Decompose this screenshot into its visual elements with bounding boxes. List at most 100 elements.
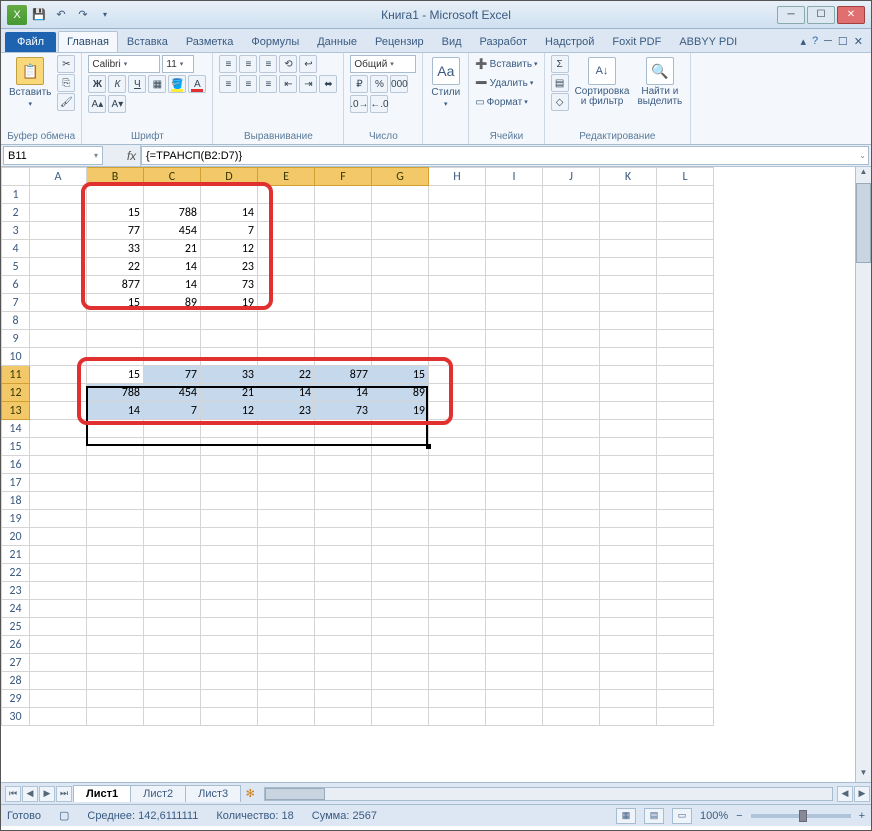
cell[interactable]	[429, 204, 486, 222]
row-header[interactable]: 12	[2, 384, 30, 402]
cell[interactable]	[657, 618, 714, 636]
cell[interactable]	[543, 690, 600, 708]
cell[interactable]	[486, 600, 543, 618]
cell[interactable]: 877	[87, 276, 144, 294]
fill-handle[interactable]	[426, 444, 431, 449]
cell[interactable]	[600, 618, 657, 636]
cell[interactable]	[486, 204, 543, 222]
cell[interactable]	[657, 420, 714, 438]
cell[interactable]	[543, 618, 600, 636]
row-header[interactable]: 28	[2, 672, 30, 690]
copy-icon[interactable]: ⎘	[57, 74, 75, 92]
cell[interactable]	[600, 492, 657, 510]
column-header[interactable]: F	[315, 168, 372, 186]
column-header[interactable]: G	[372, 168, 429, 186]
prev-sheet-icon[interactable]: ◀	[22, 786, 38, 802]
cell[interactable]	[30, 438, 87, 456]
cell[interactable]	[543, 438, 600, 456]
row-header[interactable]: 30	[2, 708, 30, 726]
next-sheet-icon[interactable]: ▶	[39, 786, 55, 802]
cell[interactable]	[429, 564, 486, 582]
cell[interactable]	[657, 582, 714, 600]
minimize-button[interactable]: ─	[777, 6, 805, 24]
cell[interactable]	[201, 564, 258, 582]
format-painter-icon[interactable]: 🖌	[57, 93, 75, 111]
cell[interactable]	[201, 438, 258, 456]
cell[interactable]	[201, 492, 258, 510]
cell[interactable]	[30, 312, 87, 330]
cell[interactable]: 454	[144, 222, 201, 240]
cell[interactable]	[429, 420, 486, 438]
cell[interactable]	[30, 510, 87, 528]
cell[interactable]: 788	[144, 204, 201, 222]
cell[interactable]	[372, 690, 429, 708]
cell[interactable]	[315, 654, 372, 672]
cell[interactable]	[315, 240, 372, 258]
cell[interactable]	[201, 186, 258, 204]
sort-filter-button[interactable]: A↓ Сортировка и фильтр	[573, 55, 632, 109]
row-header[interactable]: 6	[2, 276, 30, 294]
cell[interactable]: 15	[87, 366, 144, 384]
cell[interactable]	[258, 258, 315, 276]
cell[interactable]	[486, 510, 543, 528]
cell[interactable]	[486, 348, 543, 366]
cell[interactable]	[87, 492, 144, 510]
cell[interactable]	[30, 348, 87, 366]
cell[interactable]	[372, 474, 429, 492]
cell[interactable]	[429, 276, 486, 294]
cell[interactable]	[429, 510, 486, 528]
zoom-thumb[interactable]	[799, 810, 807, 822]
cell[interactable]	[543, 366, 600, 384]
cell[interactable]	[144, 690, 201, 708]
cell[interactable]	[258, 582, 315, 600]
cell[interactable]	[258, 474, 315, 492]
increase-indent-icon[interactable]: ⇥	[299, 75, 317, 93]
cell[interactable]	[201, 690, 258, 708]
cell[interactable]	[201, 330, 258, 348]
scroll-up-icon[interactable]: ▲	[856, 167, 871, 181]
cell[interactable]	[315, 294, 372, 312]
cell[interactable]	[486, 240, 543, 258]
tab-abbyy[interactable]: ABBYY PDI	[670, 31, 746, 52]
cell[interactable]	[258, 438, 315, 456]
row-header[interactable]: 9	[2, 330, 30, 348]
cell[interactable]	[144, 600, 201, 618]
cell[interactable]	[201, 600, 258, 618]
cell[interactable]	[30, 708, 87, 726]
cell[interactable]	[429, 438, 486, 456]
cell[interactable]	[486, 564, 543, 582]
cell[interactable]	[144, 510, 201, 528]
cell[interactable]	[543, 708, 600, 726]
cell[interactable]	[600, 294, 657, 312]
cell[interactable]	[372, 582, 429, 600]
cell[interactable]	[600, 222, 657, 240]
cell[interactable]	[258, 348, 315, 366]
cell[interactable]	[87, 186, 144, 204]
cell[interactable]	[486, 312, 543, 330]
cell[interactable]	[429, 384, 486, 402]
cell[interactable]	[87, 636, 144, 654]
cell[interactable]: 21	[144, 240, 201, 258]
cell[interactable]	[543, 186, 600, 204]
sheet-tab-2[interactable]: Лист2	[130, 785, 186, 802]
cell[interactable]	[543, 204, 600, 222]
cell[interactable]	[543, 600, 600, 618]
decrease-indent-icon[interactable]: ⇤	[279, 75, 297, 93]
sheet-tab-3[interactable]: Лист3	[185, 785, 241, 802]
cell[interactable]	[600, 564, 657, 582]
cell[interactable]	[201, 546, 258, 564]
cell[interactable]	[30, 402, 87, 420]
font-color-icon[interactable]: A	[188, 75, 206, 93]
delete-cells-button[interactable]: ➖Удалить▾	[475, 74, 533, 92]
cell[interactable]	[144, 330, 201, 348]
cell[interactable]	[315, 330, 372, 348]
merge-icon[interactable]: ⬌	[319, 75, 337, 93]
cell[interactable]	[486, 438, 543, 456]
select-all-corner[interactable]	[2, 168, 30, 186]
cell[interactable]	[543, 330, 600, 348]
cell[interactable]	[657, 600, 714, 618]
cell[interactable]	[543, 492, 600, 510]
cell[interactable]	[372, 492, 429, 510]
cell[interactable]	[87, 654, 144, 672]
cell[interactable]: 788	[87, 384, 144, 402]
